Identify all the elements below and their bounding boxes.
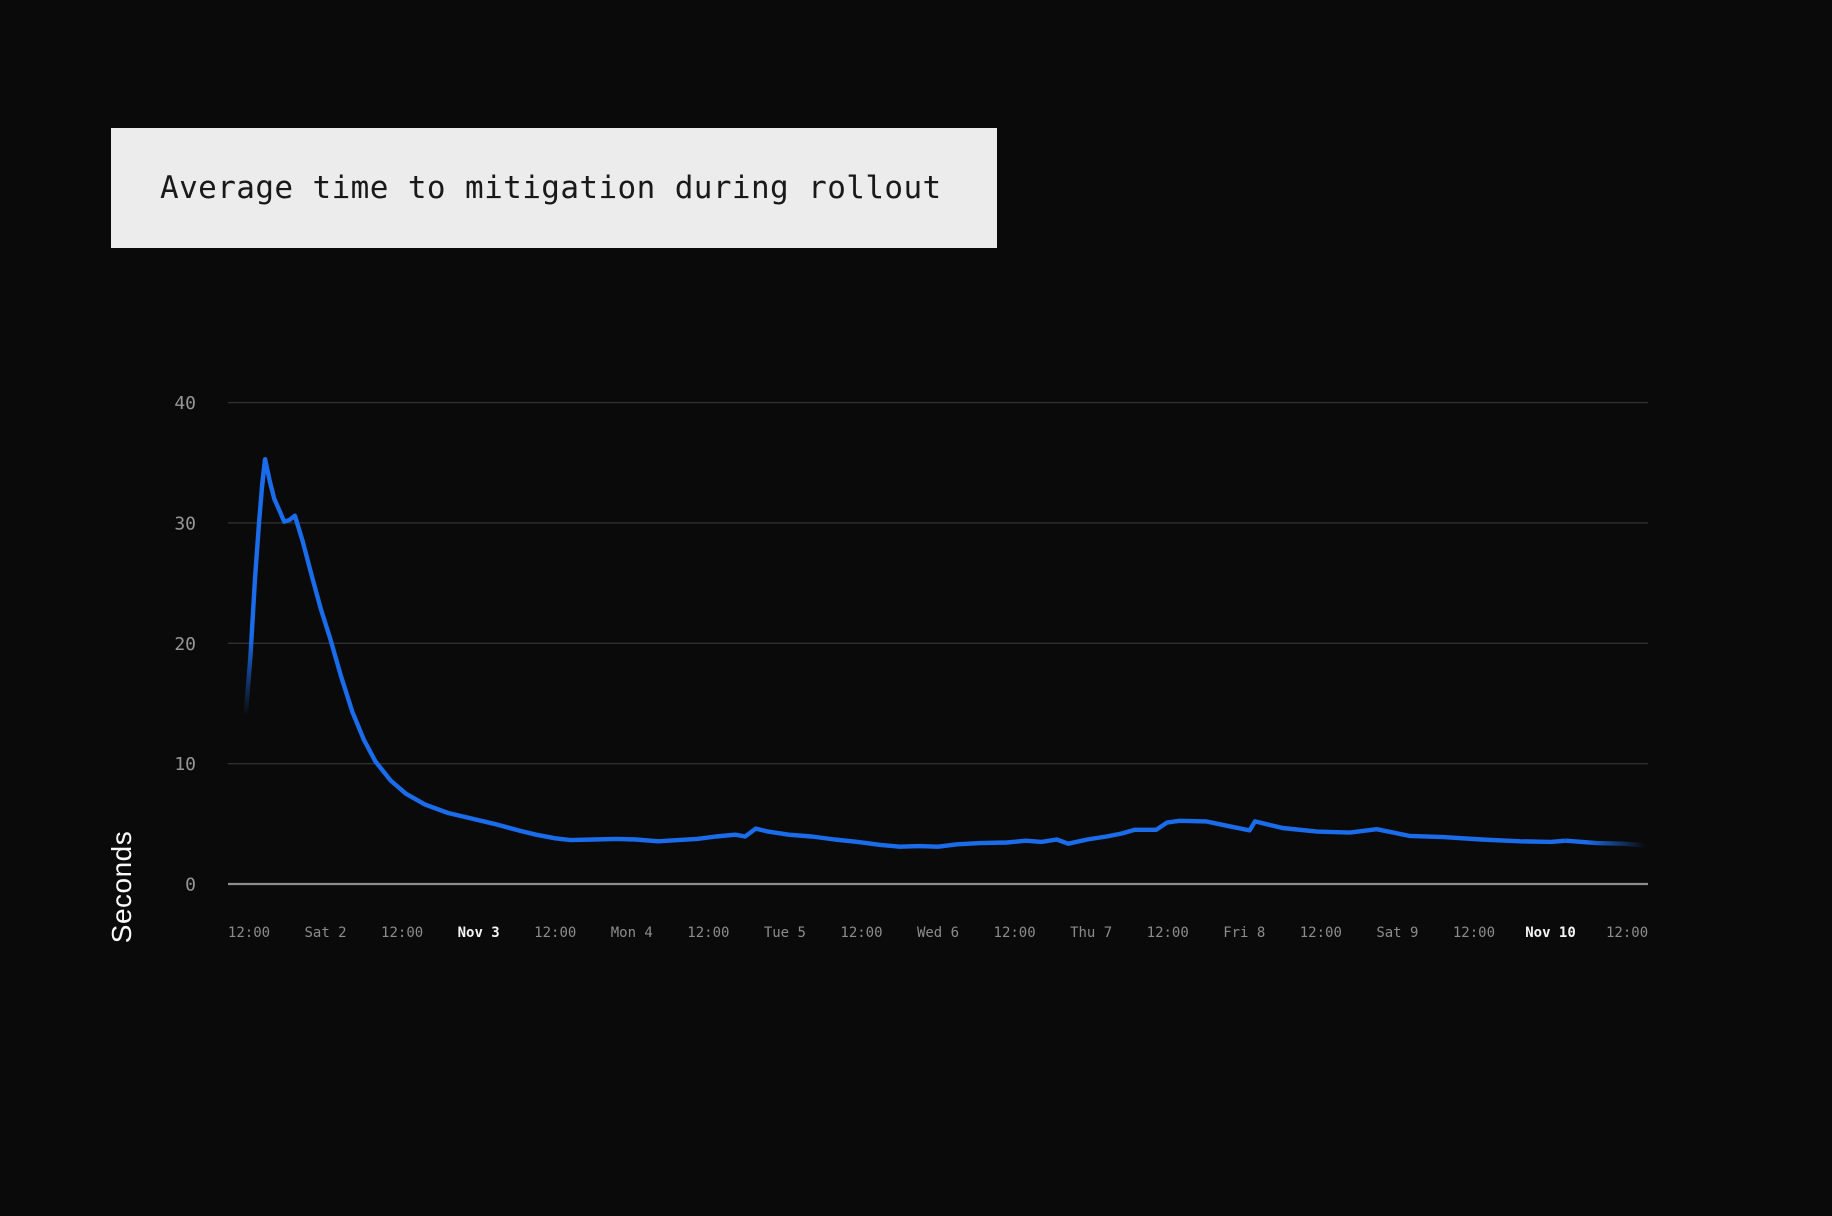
dashboard-canvas: Average time to mitigation during rollou… — [0, 0, 1832, 1216]
x-tick-label-14: 12:00 — [1300, 925, 1342, 941]
x-tick-label-6: 12:00 — [687, 925, 729, 941]
x-tick-label-0: 12:00 — [228, 925, 270, 941]
x-tick-label-18: 12:00 — [1606, 925, 1648, 941]
series-line-fade-out — [1566, 841, 1646, 846]
y-tick-label-30: 30 — [174, 513, 196, 534]
x-tick-label-10: 12:00 — [994, 925, 1036, 941]
y-tick-label-10: 10 — [174, 754, 196, 775]
y-tick-label-20: 20 — [174, 634, 196, 655]
x-tick-label-9: Wed 6 — [917, 925, 959, 941]
series-line-main — [262, 459, 1566, 847]
x-tick-label-17: Nov 10 — [1525, 925, 1576, 941]
y-tick-label-0: 0 — [185, 875, 196, 896]
x-tick-label-1: Sat 2 — [304, 925, 346, 941]
x-tick-label-7: Tue 5 — [764, 925, 806, 941]
y-axis-title: Seconds — [106, 831, 138, 943]
x-tick-label-3: Nov 3 — [458, 925, 500, 941]
x-tick-label-12: 12:00 — [1147, 925, 1189, 941]
mitigation-line-chart: 0 10 20 30 40 12:00 Sat 2 12:00 Nov 3 12:00 Mon 4 1… — [0, 0, 1832, 1216]
y-tick-label-40: 40 — [174, 393, 196, 414]
x-tick-label-8: 12:00 — [840, 925, 882, 941]
x-tick-label-4: 12:00 — [534, 925, 576, 941]
x-tick-label-11: Thu 7 — [1070, 925, 1112, 941]
line-chart-svg: 0 10 20 30 40 12:00 Sat 2 12:00 Nov 3 12:00 Mon 4 1… — [0, 0, 1832, 1216]
x-tick-label-15: Sat 9 — [1376, 925, 1418, 941]
series-line-fade-in — [246, 459, 265, 713]
x-tick-label-5: Mon 4 — [611, 925, 653, 941]
x-tick-label-16: 12:00 — [1453, 925, 1495, 941]
x-tick-label-13: Fri 8 — [1223, 925, 1265, 941]
x-tick-label-2: 12:00 — [381, 925, 423, 941]
